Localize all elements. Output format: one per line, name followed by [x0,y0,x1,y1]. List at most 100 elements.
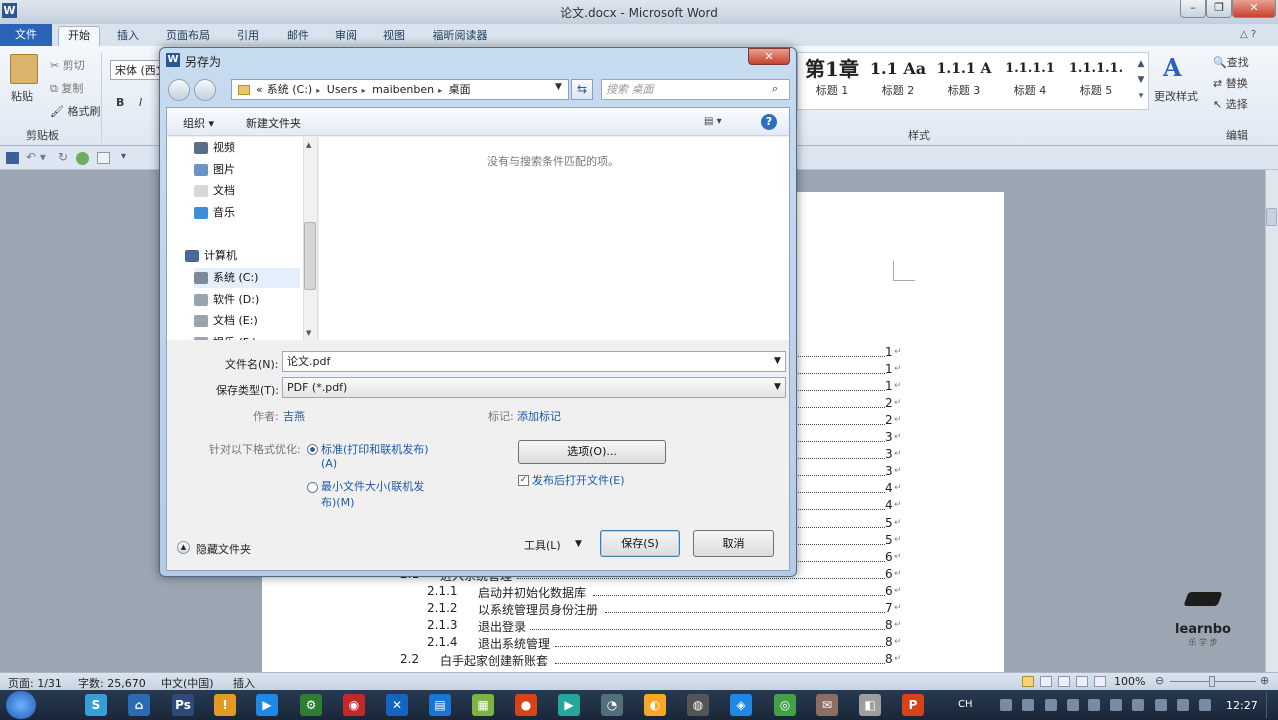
tray-icon[interactable] [1177,699,1189,711]
web-layout-icon[interactable] [1058,676,1070,687]
tools-button[interactable]: 工具(L) [524,537,561,553]
taskbar-app-icon[interactable]: Ps [172,694,194,716]
zoom-out-icon[interactable]: ⊖ [1155,674,1164,687]
paragraph-mark-icon: ↵ [894,432,902,443]
reading-layout-icon[interactable] [1040,676,1052,687]
hide-folders-icon[interactable]: ▲ [177,541,190,554]
taskbar-app-icon[interactable]: S [85,694,107,716]
nav-item[interactable]: 计算机 [185,246,300,266]
toc-number: 2.1.2 [427,600,458,615]
taskbar-app-icon[interactable]: ◉ [343,694,365,716]
open-after-checkbox[interactable]: ✓ [518,475,529,486]
nav-scroll-thumb[interactable] [304,222,316,290]
taskbar-app-icon[interactable]: ◎ [774,694,796,716]
open-after-label[interactable]: 发布后打开文件(E) [532,472,625,488]
taskbar-app-icon[interactable]: ▤ [429,694,451,716]
save-button[interactable]: 保存(S) [600,530,680,557]
taskbar-app-icon[interactable]: ● [515,694,537,716]
nav-item-icon [194,164,208,176]
taskbar-app-icon[interactable]: ! [214,694,236,716]
taskbar-app-icon[interactable]: ◐ [644,694,666,716]
nav-item[interactable]: 文档 (E:) [194,311,300,331]
opt-min-label-2[interactable]: 布)(M) [321,494,354,510]
nav-item-label: 系统 (C:) [213,271,259,284]
show-desktop-button[interactable] [1266,692,1276,718]
toc-leader [605,611,885,613]
taskbar-app-icon[interactable]: ◧ [859,694,881,716]
zoom-in-icon[interactable]: ⊕ [1260,674,1269,687]
tray-icon[interactable] [1067,699,1079,711]
taskbar-app-icon[interactable]: ◈ [730,694,752,716]
filename-input[interactable]: 论文.pdf [282,351,786,372]
opt-min-label[interactable]: 最小文件大小(联机发 [321,478,424,494]
toc-page-number: 5 [885,532,893,547]
tray-icon[interactable] [1155,699,1167,711]
nav-item[interactable]: 系统 (C:) [194,268,300,288]
nav-item[interactable]: 图片 [194,160,300,180]
status-words[interactable]: 字数: 25,670 [78,675,146,691]
taskbar-app-icon[interactable]: ✕ [386,694,408,716]
opt-standard-label-2[interactable]: (A) [321,457,337,470]
start-button-icon[interactable] [6,691,36,719]
nav-item[interactable]: 软件 (D:) [194,290,300,310]
radio-minimum[interactable] [307,482,318,493]
filetype-dropdown-icon[interactable]: ▼ [774,382,781,392]
tray-icon[interactable] [1000,699,1012,711]
tray-icon[interactable] [1132,699,1144,711]
status-insert-mode[interactable]: 插入 [233,675,255,691]
opt-standard-label[interactable]: 标准(打印和联机发布) [321,441,429,457]
toc-entry[interactable]: 2.1.4 退出系统管理 8 ↵ [400,635,902,651]
toc-text: 启动并初始化数据库 [478,585,587,600]
nav-item[interactable]: 娱乐 (F:) [194,333,300,340]
tray-icon[interactable] [1199,699,1211,711]
taskbar-app-icon[interactable]: ✉ [816,694,838,716]
tray-icon[interactable] [1088,699,1100,711]
taskbar-app-icon[interactable]: ⚙ [300,694,322,716]
tray-icon[interactable] [1045,699,1057,711]
zoom-level[interactable]: 100% [1114,675,1145,688]
cancel-button[interactable]: 取消 [693,530,774,557]
clock[interactable]: 12:27 [1226,699,1258,712]
toc-page-number: 8 [885,617,893,632]
taskbar-app-icon[interactable]: ◔ [601,694,623,716]
tools-dropdown-icon[interactable]: ▼ [575,539,582,549]
tags-value[interactable]: 添加标记 [517,408,561,424]
toc-entry[interactable]: 2.1.1 启动并初始化数据库 6 ↵ [400,584,902,600]
filetype-select[interactable]: PDF (*.pdf) [282,377,786,398]
nav-item[interactable]: 文档 [194,181,300,201]
paragraph-mark-icon: ↵ [894,398,902,409]
zoom-slider-thumb[interactable] [1209,676,1215,687]
taskbar-app-icon[interactable]: ▦ [472,694,494,716]
toc-entry[interactable]: 2.1.3 退出登录 8 ↵ [400,618,902,634]
options-button[interactable]: 选项(O)... [518,440,666,464]
outline-icon[interactable] [1076,676,1088,687]
status-language[interactable]: 中文(中国) [161,675,214,691]
print-layout-icon[interactable] [1022,676,1034,687]
filename-dropdown-icon[interactable]: ▼ [774,356,781,366]
taskbar-app-icon[interactable]: ◍ [687,694,709,716]
nav-scroll-down-icon[interactable]: ▼ [306,329,311,337]
draft-icon[interactable] [1094,676,1106,687]
radio-standard[interactable] [307,444,318,455]
nav-item[interactable]: 音乐 [194,203,300,223]
toc-leader [530,628,885,630]
taskbar-app-icon[interactable]: P [902,694,924,716]
tray-icon[interactable] [1110,699,1122,711]
nav-scroll-up-icon[interactable]: ▲ [306,141,311,149]
toc-entry[interactable]: 2.2 白手起家创建新账套 8 ↵ [400,652,902,668]
nav-item[interactable]: 视频 [194,138,300,158]
tray-icon[interactable] [1022,699,1034,711]
taskbar-app-icon[interactable]: ⌂ [128,694,150,716]
author-value[interactable]: 吉燕 [283,408,305,424]
paragraph-mark-icon: ↵ [894,466,902,477]
input-language[interactable]: CH [958,699,973,710]
taskbar-app-icon[interactable]: ▶ [256,694,278,716]
taskbar-app-icon[interactable]: ▶ [558,694,580,716]
hide-folders-button[interactable]: 隐藏文件夹 [196,541,251,557]
status-page[interactable]: 页面: 1/31 [8,675,62,691]
toc-page-number: 3 [885,430,893,445]
nav-item-icon [194,337,208,340]
paragraph-mark-icon: ↵ [894,364,902,375]
graduation-cap-icon [1183,592,1223,606]
toc-entry[interactable]: 2.1.2 以系统管理员身份注册 7 ↵ [400,601,902,617]
